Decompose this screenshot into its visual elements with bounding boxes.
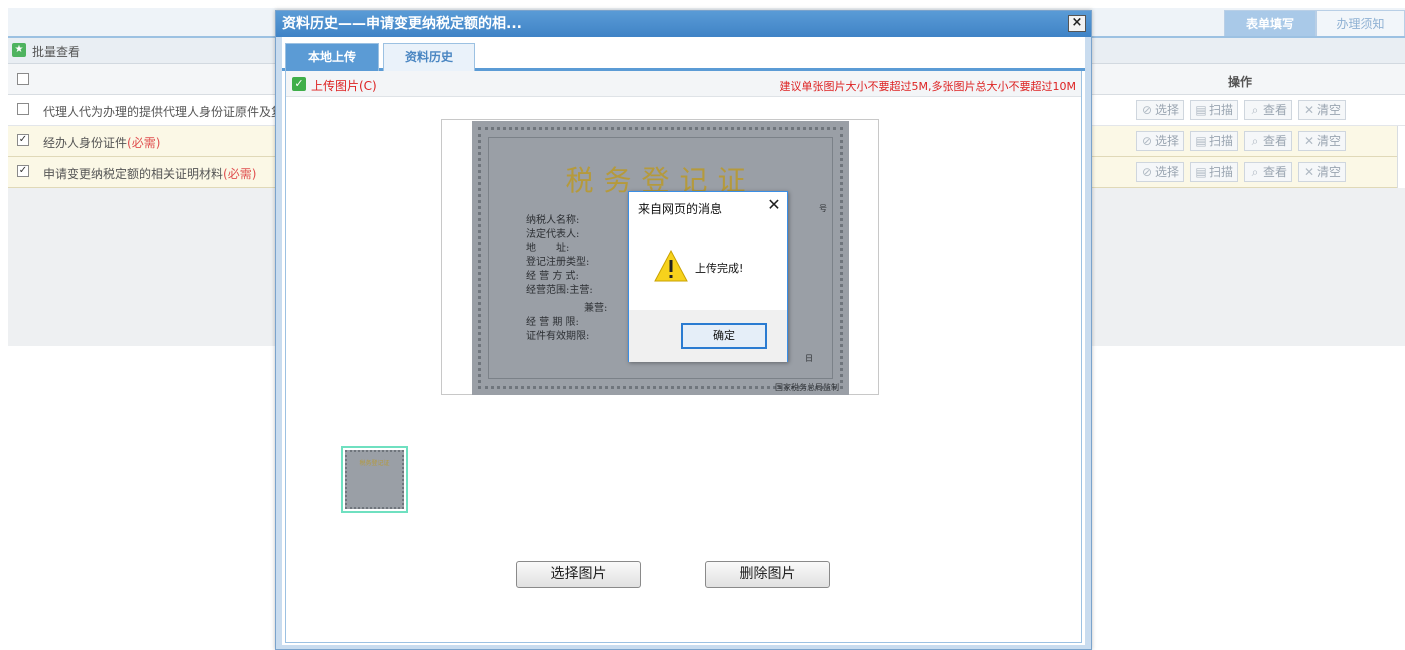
cert-field: 证件有效期限: xyxy=(526,331,590,342)
select-all-checkbox[interactable] xyxy=(17,73,29,85)
clear-button[interactable]: ✕ 清空 xyxy=(1298,162,1347,182)
close-icon: ✕ xyxy=(1304,103,1315,117)
clear-button[interactable]: ✕ 清空 xyxy=(1298,100,1347,120)
web-message-box: 来自网页的消息 ✕ 上传完成! 确定 xyxy=(628,191,788,362)
side-scroll-stub xyxy=(1397,126,1405,188)
view-button[interactable]: ⌕ 查看 xyxy=(1244,100,1293,120)
ok-button[interactable]: 确定 xyxy=(681,323,767,349)
printer-icon: ▤ xyxy=(1195,165,1207,179)
cert-field: 兼营: xyxy=(584,303,608,314)
close-icon[interactable]: ✕ xyxy=(765,196,783,214)
view-button[interactable]: ⌕ 查看 xyxy=(1244,162,1293,182)
size-tip: 建议单张图片大小不要超过5M,多张图片总大小不要超过10M xyxy=(779,80,1076,93)
row-checkbox[interactable]: ✓ xyxy=(17,165,29,177)
scan-button[interactable]: ▤ 扫描 xyxy=(1190,100,1239,120)
cert-issuer: 国家税务总局监制 xyxy=(775,383,839,392)
tab-local-upload[interactable]: 本地上传 xyxy=(285,43,379,71)
close-icon: ✕ xyxy=(1304,134,1315,148)
thumb-title: 税务登记证 xyxy=(359,460,390,467)
message-text: 上传完成! xyxy=(695,262,744,275)
row-checkbox[interactable]: ✓ xyxy=(17,134,29,146)
dialog-title[interactable]: 资料历史——申请变更纳税定额的相... xyxy=(276,11,1091,37)
cert-field: 地 址: xyxy=(526,243,570,254)
scan-button[interactable]: ▤ 扫描 xyxy=(1190,131,1239,151)
cert-field: 经 营 期 限: xyxy=(526,317,579,328)
message-title: 来自网页的消息 xyxy=(638,202,723,216)
scan-button[interactable]: ▤ 扫描 xyxy=(1190,162,1239,182)
row-label: 申请变更纳税定额的相关证明材料(必需) xyxy=(43,167,257,181)
dialog-close-button[interactable]: × xyxy=(1068,15,1086,32)
clear-button[interactable]: ✕ 清空 xyxy=(1298,131,1347,151)
view-button[interactable]: ⌕ 查看 xyxy=(1244,131,1293,151)
magnifier-icon: ⌕ xyxy=(1251,134,1259,148)
cert-field: 法定代表人: xyxy=(526,229,580,240)
tab-instructions[interactable]: 办理须知 xyxy=(1316,10,1405,36)
cert-field: 经 营 方 式: xyxy=(526,271,579,282)
printer-icon: ▤ xyxy=(1195,103,1207,117)
printer-icon: ▤ xyxy=(1195,134,1207,148)
row-checkbox[interactable] xyxy=(17,103,29,115)
cert-mark: 日 xyxy=(805,354,813,363)
select-button[interactable]: ⊘ 选择 xyxy=(1136,100,1185,120)
select-button[interactable]: ⊘ 选择 xyxy=(1136,162,1185,182)
delete-image-button[interactable]: 删除图片 xyxy=(705,561,830,588)
batch-view-link[interactable]: 批量查看 xyxy=(32,43,80,60)
cert-mark: 号 xyxy=(819,204,827,213)
upload-toolbar: ✓ 上传图片(C) 建议单张图片大小不要超过5M,多张图片总大小不要超过10M xyxy=(286,71,1081,97)
close-icon: ✕ xyxy=(1304,165,1315,179)
upload-check-icon[interactable]: ✓ xyxy=(292,77,306,91)
paperclip-icon: ⊘ xyxy=(1141,134,1153,148)
tab-material-history[interactable]: 资料历史 xyxy=(383,43,475,71)
cert-field: 登记注册类型: xyxy=(526,257,590,268)
row-label: 经办人身份证件(必需) xyxy=(43,136,161,150)
paperclip-icon: ⊘ xyxy=(1141,165,1153,179)
warning-icon xyxy=(654,250,688,282)
dialog-tabbar: 本地上传 资料历史 xyxy=(282,37,1085,71)
paperclip-icon: ⊘ xyxy=(1141,103,1153,117)
tab-form-fill[interactable]: 表单填写 xyxy=(1224,10,1316,36)
select-image-button[interactable]: 选择图片 xyxy=(516,561,641,588)
star-icon[interactable]: ★ xyxy=(12,43,26,57)
row-label: 代理人代为办理的提供代理人身份证原件及复 xyxy=(43,105,284,119)
cert-field: 经营范围:主营: xyxy=(526,285,593,296)
ops-column-header: 操作 xyxy=(1228,75,1253,89)
upload-image-label[interactable]: 上传图片(C) xyxy=(311,77,377,94)
magnifier-icon: ⌕ xyxy=(1251,103,1259,117)
select-button[interactable]: ⊘ 选择 xyxy=(1136,131,1185,151)
magnifier-icon: ⌕ xyxy=(1251,165,1259,179)
image-thumbnail[interactable]: 税务登记证 xyxy=(341,446,408,513)
cert-field: 纳税人名称: xyxy=(526,215,580,226)
